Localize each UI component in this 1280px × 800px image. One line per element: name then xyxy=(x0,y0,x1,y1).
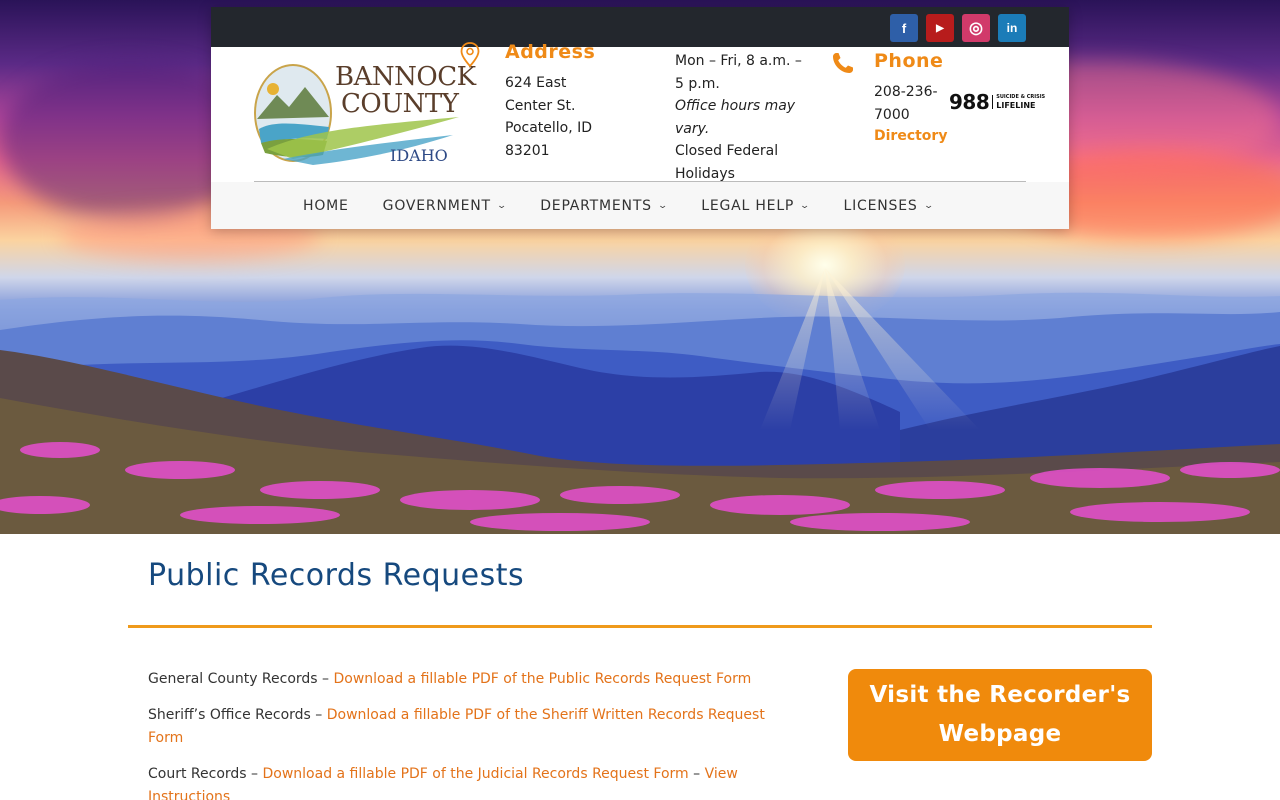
list-item: General County Records – Download a fill… xyxy=(148,668,778,691)
nav-item-label: GOVERNMENT xyxy=(382,197,491,214)
address-line: 624 East xyxy=(505,75,567,91)
phone-number-line: 7000 xyxy=(874,106,910,123)
nav-items: HOME GOVERNMENT ⌄ DEPARTMENTS ⌄ LEGAL HELP… xyxy=(303,182,967,229)
phone-icon xyxy=(833,53,853,73)
lifeline-text: LIFELINE xyxy=(996,101,1036,110)
youtube-icon[interactable]: ▶ xyxy=(926,14,954,42)
phone-title: Phone xyxy=(874,50,944,72)
nav-item-legal-help[interactable]: LEGAL HELP ⌄ xyxy=(701,197,812,214)
instagram-icon[interactable]: ◎ xyxy=(962,14,990,42)
nav-item-departments[interactable]: DEPARTMENTS ⌄ xyxy=(540,197,669,214)
lifeline-small-text: SUICIDE & CRISIS xyxy=(996,94,1046,100)
separator-text: – xyxy=(688,766,705,782)
nav-item-government[interactable]: GOVERNMENT ⌄ xyxy=(383,198,507,214)
logo-wordmark-state: IDAHO xyxy=(390,146,448,165)
site-header: f ▶ ◎ in BANNOCK COUNTY IDAHO Address 62… xyxy=(211,7,1069,229)
lifeline-divider xyxy=(992,95,994,109)
nav-item-home[interactable]: HOME xyxy=(303,198,349,214)
hours-line: Mon – Fri, 8 a.m. – xyxy=(675,53,802,69)
phone-number[interactable]: 208-236- 7000 xyxy=(874,81,949,126)
judicial-records-form-link[interactable]: Download a fillable PDF of the Judicial … xyxy=(262,766,688,782)
nav-item-label: DEPARTMENTS xyxy=(540,197,652,214)
logo-wordmark-line1: BANNOCK xyxy=(335,62,476,92)
public-records-form-link[interactable]: Download a fillable PDF of the Public Re… xyxy=(334,671,752,687)
facebook-icon[interactable]: f xyxy=(890,14,918,42)
map-pin-icon xyxy=(460,42,480,68)
social-links: f ▶ ◎ in xyxy=(890,14,1026,42)
list-item: Court Records – Download a fillable PDF … xyxy=(148,763,778,800)
list-item: Sheriff’s Office Records – Download a fi… xyxy=(148,704,778,750)
address-line: Center St. xyxy=(505,97,576,114)
main-nav: HOME GOVERNMENT ⌄ DEPARTMENTS ⌄ LEGAL HELP… xyxy=(211,182,1069,229)
directory-link[interactable]: Directory xyxy=(874,128,947,144)
records-list: General County Records – Download a fill… xyxy=(148,668,778,800)
logo-wordmark-line2: COUNTY xyxy=(341,89,459,119)
hours-line: 5 p.m. xyxy=(675,75,720,92)
title-divider xyxy=(128,625,1152,628)
holiday-note: Closed Federal xyxy=(675,143,779,159)
address-title: Address xyxy=(505,41,596,63)
button-label-line: Webpage xyxy=(938,721,1062,747)
lifeline-label: SUICIDE & CRISIS LIFELINE xyxy=(996,94,1045,110)
visit-recorder-button[interactable]: Visit the Recorder's Webpage xyxy=(848,669,1152,761)
988-lifeline-logo[interactable]: 988 SUICIDE & CRISIS LIFELINE xyxy=(949,90,1045,114)
lifeline-number: 988 xyxy=(949,90,990,114)
button-label-line: Visit the Recorder's xyxy=(869,682,1131,708)
chevron-down-icon: ⌄ xyxy=(657,200,669,211)
address-text: 624 East Center St. Pocatello, ID 83201 xyxy=(505,72,615,162)
phone-number-line: 208-236- xyxy=(874,84,938,100)
hours-note: vary. xyxy=(675,120,710,137)
address-line: 83201 xyxy=(505,142,550,159)
chevron-down-icon: ⌄ xyxy=(799,200,812,211)
linkedin-icon[interactable]: in xyxy=(998,14,1026,42)
office-hours: Mon – Fri, 8 a.m. – 5 p.m. Office hours … xyxy=(675,50,815,185)
chevron-down-icon: ⌄ xyxy=(922,200,935,211)
hours-note: Office hours may xyxy=(675,98,796,114)
chevron-down-icon: ⌄ xyxy=(496,200,508,211)
record-type-label: Court Records – xyxy=(148,766,263,782)
record-type-label: General County Records – xyxy=(148,671,334,687)
top-bar: f ▶ ◎ in xyxy=(211,7,1069,47)
nav-item-label: LEGAL HELP xyxy=(701,197,795,214)
record-type-label: Sheriff’s Office Records – xyxy=(148,707,327,723)
nav-item-label: LICENSES xyxy=(843,197,918,214)
county-logo[interactable]: BANNOCK COUNTY IDAHO xyxy=(253,59,476,171)
nav-item-label: HOME xyxy=(303,197,349,214)
address-line: Pocatello, ID xyxy=(505,120,593,136)
page-title: Public Records Requests xyxy=(148,558,525,593)
nav-item-licenses[interactable]: LICENSES ⌄ xyxy=(843,197,935,214)
